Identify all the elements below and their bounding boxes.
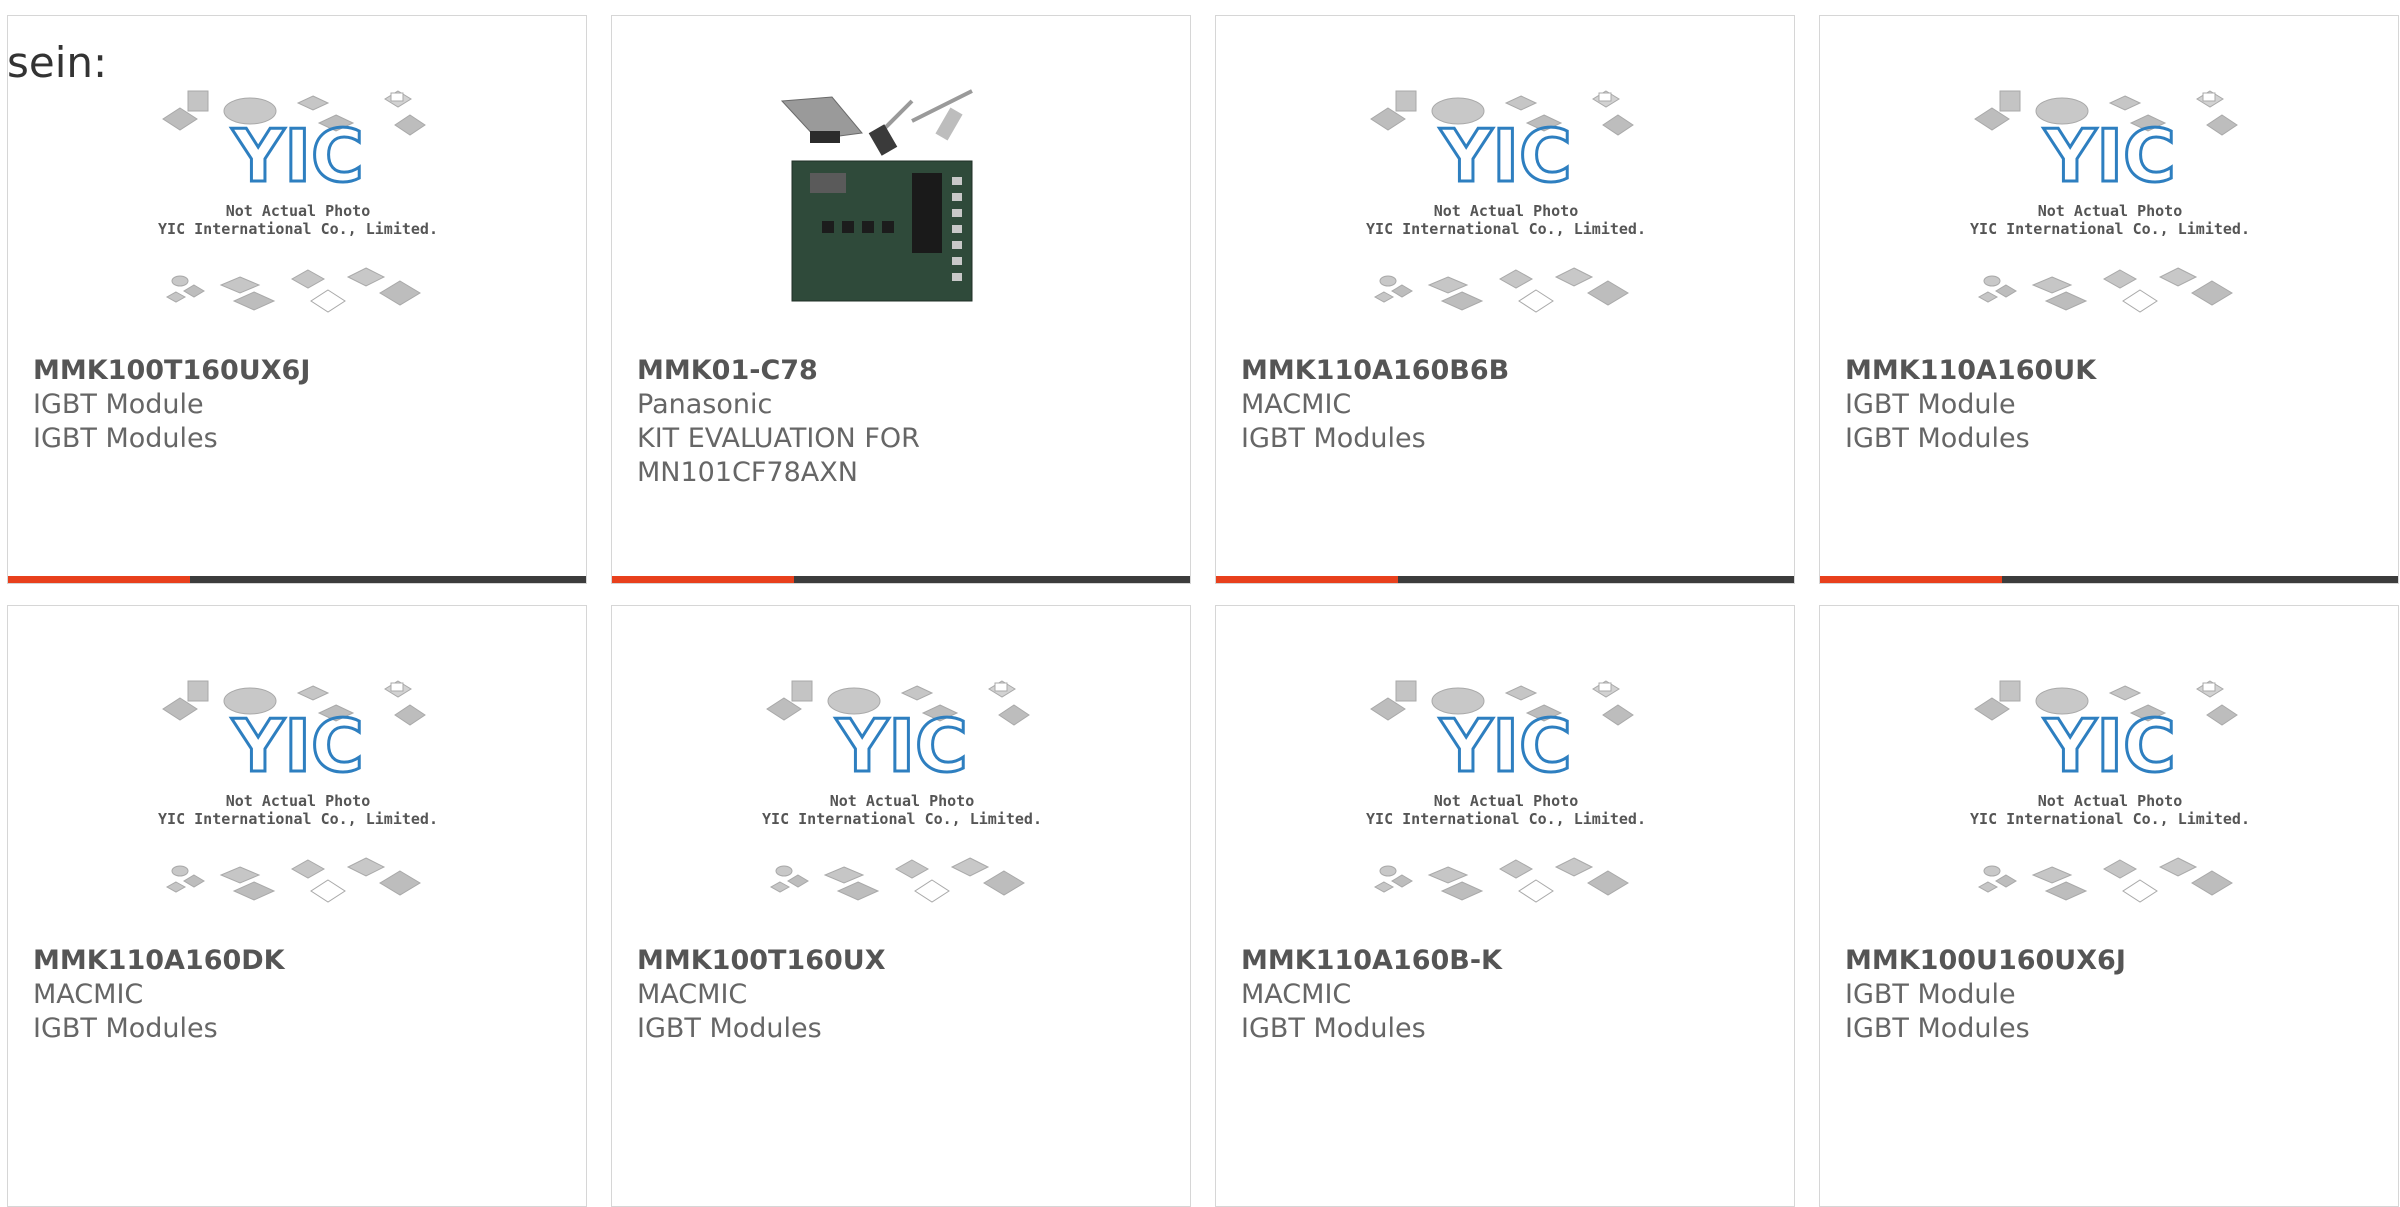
product-part-number[interactable]: MMK110A160B-K (1241, 944, 1769, 978)
svg-text:Not Actual Photo: Not Actual Photo (1434, 202, 1579, 220)
card-bottom-bar (1216, 576, 1794, 583)
product-manufacturer: IGBT Module (1845, 389, 2016, 420)
product-card[interactable]: YIC Not Actual Photo YIC International Co.… (1819, 605, 2399, 1207)
product-image-placeholder[interactable]: YIC Not Actual Photo YIC International Co.… (762, 671, 1042, 911)
product-card[interactable]: YIC Not Actual Photo YIC International Co.… (7, 15, 587, 584)
product-category: IGBT Modules (1241, 423, 1426, 454)
product-card[interactable]: YIC Not Actual Photo YIC International Co.… (611, 605, 1191, 1207)
product-part-number[interactable]: MMK100T160UX6J (33, 354, 561, 388)
product-info: MMK01-C78 Panasonic KIT EVALUATION FOR M… (637, 354, 1165, 490)
product-card[interactable]: YIC Not Actual Photo YIC International Co.… (1215, 15, 1795, 584)
product-info: MMK110A160B6B MACMIC IGBT Modules (1241, 354, 1769, 456)
product-card[interactable]: YIC Not Actual Photo YIC International Co.… (7, 605, 587, 1207)
product-category: IGBT Modules (33, 1013, 218, 1044)
product-card[interactable]: YIC Not Actual Photo YIC International Co.… (1215, 605, 1795, 1207)
svg-text:YIC International Co., Limited: YIC International Co., Limited. (158, 220, 438, 238)
placeholder-graphic: YIC Not Actual PhotoYIC International Co.… (1970, 90, 2250, 313)
product-image-placeholder[interactable]: YIC Not Actual Photo YIC International Co.… (1970, 671, 2250, 911)
placeholder-graphic: YIC Not Actual PhotoYIC International Co.… (158, 90, 438, 313)
product-card[interactable]: MMK01-C78 Panasonic KIT EVALUATION FOR M… (611, 15, 1191, 584)
svg-text:YIC: YIC (231, 704, 364, 788)
product-info: MMK100T160UX6J IGBT Module IGBT Modules (33, 354, 561, 456)
product-part-number[interactable]: MMK100U160UX6J (1845, 944, 2373, 978)
svg-text:YIC International Co., Limited: YIC International Co., Limited. (158, 810, 438, 828)
card-bottom-bar (8, 576, 586, 583)
product-manufacturer: MACMIC (1241, 979, 1352, 1010)
product-category: IGBT Modules (1241, 1013, 1426, 1044)
svg-text:YIC: YIC (1439, 704, 1572, 788)
product-category: IGBT Modules (1845, 423, 2030, 454)
product-info: MMK110A160B-K MACMIC IGBT Modules (1241, 944, 1769, 1046)
product-category: IGBT Modules (33, 423, 218, 454)
product-manufacturer: MACMIC (637, 979, 748, 1010)
svg-text:YIC: YIC (835, 704, 968, 788)
svg-text:YIC International Co., Limited: YIC International Co., Limited. (1970, 220, 2250, 238)
product-part-number[interactable]: MMK100T160UX (637, 944, 1165, 978)
product-info: MMK110A160UK IGBT Module IGBT Modules (1845, 354, 2373, 456)
product-image-placeholder[interactable]: YIC Not Actual Photo YIC International Co.… (1366, 81, 1646, 321)
placeholder-graphic: YIC Not Actual PhotoYIC International Co.… (1970, 680, 2250, 903)
product-manufacturer: MACMIC (1241, 389, 1352, 420)
yic-logo-icon: YIC (2042, 703, 2178, 790)
svg-text:YIC: YIC (2043, 704, 2176, 788)
product-manufacturer: IGBT Module (1845, 979, 2016, 1010)
svg-text:Not Actual Photo: Not Actual Photo (830, 792, 975, 810)
svg-text:Not Actual Photo: Not Actual Photo (1434, 792, 1579, 810)
svg-text:YIC International Co., Limited: YIC International Co., Limited. (1366, 220, 1646, 238)
product-manufacturer: MACMIC (33, 979, 144, 1010)
card-accent-bar (1216, 576, 1398, 583)
yic-logo-icon: YIC (2042, 113, 2178, 200)
yic-logo-icon: YIC (230, 113, 366, 200)
card-bottom-bar (1820, 576, 2398, 583)
eval-board-photo (780, 89, 973, 302)
svg-text:YIC: YIC (1439, 114, 1572, 198)
product-card[interactable]: YIC Not Actual Photo YIC International Co.… (1819, 15, 2399, 584)
svg-text:Not Actual Photo: Not Actual Photo (226, 792, 371, 810)
product-manufacturer: Panasonic (637, 389, 773, 420)
yic-logo-icon: YIC (1438, 703, 1574, 790)
yic-logo-icon: YIC (1438, 113, 1574, 200)
svg-text:YIC International Co., Limited: YIC International Co., Limited. (1970, 810, 2250, 828)
product-image-placeholder[interactable]: YIC Not Actual Photo YIC International Co.… (1366, 671, 1646, 911)
svg-text:YIC: YIC (2043, 114, 2176, 198)
product-description: KIT EVALUATION FOR MN101CF78AXN (637, 423, 920, 488)
product-part-number[interactable]: MMK110A160B6B (1241, 354, 1769, 388)
product-image-placeholder[interactable]: YIC Not Actual Photo YIC International Co.… (158, 671, 438, 911)
product-grid: YIC Not Actual Photo YIC International Co.… (7, 15, 2399, 1207)
card-accent-bar (8, 576, 190, 583)
placeholder-graphic: YIC Not Actual PhotoYIC International Co.… (1366, 90, 1646, 313)
svg-text:YIC: YIC (231, 114, 364, 198)
product-manufacturer: IGBT Module (33, 389, 204, 420)
svg-text:Not Actual Photo: Not Actual Photo (2038, 202, 2183, 220)
product-part-number[interactable]: MMK110A160UK (1845, 354, 2373, 388)
card-bottom-bar (612, 576, 1190, 583)
card-accent-bar (612, 576, 794, 583)
page-fragment-text: sein: (7, 38, 108, 87)
product-image-placeholder[interactable]: YIC Not Actual Photo YIC International Co.… (158, 81, 438, 321)
product-category: IGBT Modules (1845, 1013, 2030, 1044)
svg-text:YIC International Co., Limited: YIC International Co., Limited. (762, 810, 1042, 828)
card-accent-bar (1820, 576, 2002, 583)
product-info: MMK100T160UX MACMIC IGBT Modules (637, 944, 1165, 1046)
placeholder-graphic: YIC Not Actual PhotoYIC International Co.… (762, 680, 1042, 903)
product-image-photo[interactable] (762, 81, 1042, 321)
product-image-placeholder[interactable]: YIC Not Actual Photo YIC International Co.… (1970, 81, 2250, 321)
yic-logo-icon: YIC (230, 703, 366, 790)
product-info: MMK110A160DK MACMIC IGBT Modules (33, 944, 561, 1046)
product-part-number[interactable]: MMK01-C78 (637, 354, 1165, 388)
product-info: MMK100U160UX6J IGBT Module IGBT Modules (1845, 944, 2373, 1046)
placeholder-graphic: YIC Not Actual PhotoYIC International Co.… (1366, 680, 1646, 903)
svg-text:Not Actual Photo: Not Actual Photo (2038, 792, 2183, 810)
product-part-number[interactable]: MMK110A160DK (33, 944, 561, 978)
svg-text:YIC International Co., Limited: YIC International Co., Limited. (1366, 810, 1646, 828)
yic-logo-icon: YIC (834, 703, 970, 790)
svg-text:Not Actual Photo: Not Actual Photo (226, 202, 371, 220)
product-category: IGBT Modules (637, 1013, 822, 1044)
placeholder-graphic: YIC Not Actual PhotoYIC International Co.… (158, 680, 438, 903)
